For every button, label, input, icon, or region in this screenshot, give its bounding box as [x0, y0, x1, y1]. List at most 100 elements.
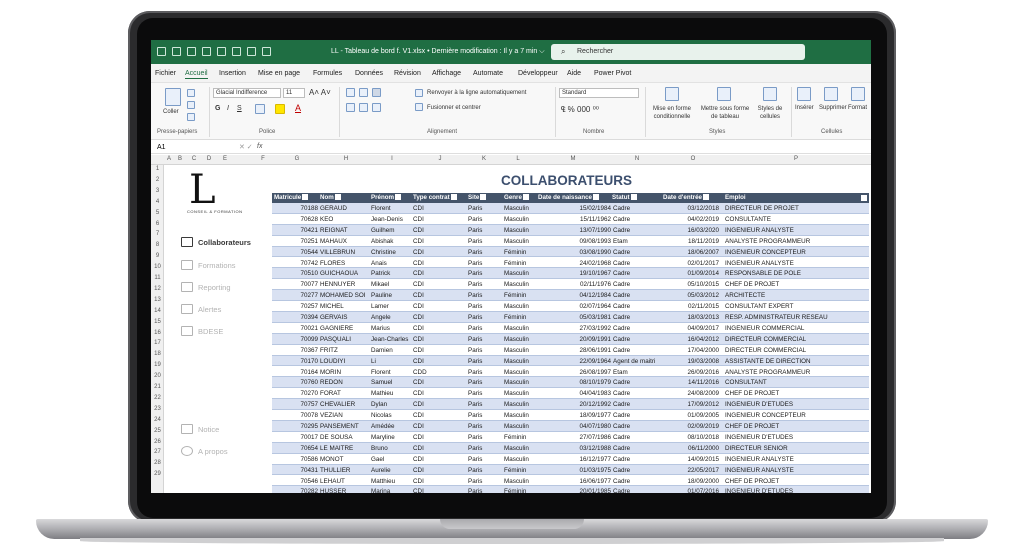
cell-date-naissance[interactable]: 20/01/1985 — [538, 488, 611, 493]
cell-nom[interactable]: FRITZ — [320, 347, 370, 354]
cell-date-naissance[interactable]: 16/12/1977 — [538, 456, 611, 463]
sidebar-item-collaborateurs[interactable]: Collaborateurs — [181, 237, 251, 247]
cell-site[interactable]: Paris — [468, 336, 500, 343]
currency-percent-icons[interactable]: ₠ % 000 ⁰⁰ — [561, 105, 599, 114]
cell-genre[interactable]: Masculin — [504, 379, 536, 386]
cell-styles-label[interactable]: Styles de cellules — [752, 105, 788, 121]
cell-date-entree[interactable]: 02/09/2019 — [665, 423, 719, 430]
cell-type-contrat[interactable]: CDI — [413, 325, 464, 332]
table-row[interactable]: 70295 PANSEMENT Amédée CDI Paris Masculin 04/0… — [272, 421, 869, 432]
cell-site[interactable]: Paris — [468, 216, 500, 223]
align-left-icon[interactable] — [346, 103, 355, 112]
cell-site[interactable]: Paris — [468, 379, 500, 386]
header-type-contrat[interactable]: Type contrat — [413, 194, 457, 201]
header-prenom[interactable]: Prénom — [371, 194, 402, 201]
row-header[interactable]: 5 — [151, 210, 164, 216]
cell-statut[interactable]: Cadre — [613, 270, 666, 277]
column-header[interactable]: H — [321, 156, 371, 162]
undo-icon[interactable] — [202, 47, 211, 56]
cell-statut[interactable]: Etam — [613, 369, 666, 376]
cell-nom[interactable]: MOHAMED SOI — [320, 292, 370, 299]
cell-date-naissance[interactable]: 15/11/1962 — [538, 216, 611, 223]
row-header[interactable]: 1 — [151, 166, 164, 172]
cell-statut[interactable]: Cadre — [613, 336, 666, 343]
table-row[interactable]: 70021 GAGNIERE Marius CDI Paris Masculin 27/03… — [272, 322, 869, 334]
tab-aide[interactable]: Aide — [567, 70, 581, 77]
column-header[interactable]: D — [201, 156, 217, 162]
cell-type-contrat[interactable]: CDI — [413, 488, 464, 493]
wrap-text-icon[interactable] — [415, 89, 423, 97]
header-date-naissance[interactable]: Date de naissance — [538, 194, 599, 201]
cell-site[interactable]: Paris — [468, 292, 500, 299]
cell-date-entree[interactable]: 17/04/2000 — [665, 347, 719, 354]
cell-site[interactable]: Paris — [468, 314, 500, 321]
cond-format-label[interactable]: Mise en forme conditionnelle — [648, 105, 696, 121]
cell-nom[interactable]: FORAT — [320, 390, 370, 397]
sidebar-item-bdese[interactable]: BDESE — [181, 326, 223, 336]
cell-date-naissance[interactable]: 19/10/1967 — [538, 270, 611, 277]
header-date-entree[interactable]: Date d'entrée — [663, 194, 709, 201]
font-size-select[interactable]: 11 — [283, 88, 305, 98]
tab-fichier[interactable]: Fichier — [155, 70, 176, 77]
row-header[interactable]: 21 — [151, 384, 164, 390]
column-header[interactable]: O — [663, 156, 723, 162]
cell-date-naissance[interactable]: 26/08/1997 — [538, 369, 611, 376]
cell-matricule[interactable]: 70546 — [272, 478, 318, 485]
cell-prenom[interactable]: Guilhem — [371, 227, 412, 234]
cell-date-naissance[interactable]: 27/03/1992 — [538, 325, 611, 332]
row-header[interactable]: 17 — [151, 340, 164, 346]
header-site[interactable]: Site — [468, 194, 487, 201]
fill-color-icon[interactable] — [275, 104, 285, 114]
table-row[interactable]: 70654 LE MAITRE Bruno CDI Paris Masculin 03/12… — [272, 442, 869, 454]
cell-emploi[interactable]: RESPONSABLE DE POLE — [725, 270, 869, 277]
row-header[interactable]: 27 — [151, 449, 164, 455]
border-icon[interactable] — [255, 104, 265, 114]
cell-matricule[interactable]: 70282 — [272, 488, 318, 493]
filter-icon[interactable] — [232, 47, 241, 56]
cell-statut[interactable]: Cadre — [613, 303, 666, 310]
copy-icon[interactable] — [187, 101, 195, 109]
tab-formules[interactable]: Formules — [313, 70, 342, 77]
cell-matricule[interactable]: 70295 — [272, 423, 318, 430]
table-row[interactable]: 70394 GERVAIS Angele CDI Paris Féminin 05/03/1… — [272, 312, 869, 323]
cell-matricule[interactable]: 70586 — [272, 456, 318, 463]
cell-statut[interactable]: Cadre — [613, 325, 666, 332]
cell-site[interactable]: Paris — [468, 358, 500, 365]
tab-donnees[interactable]: Données — [355, 70, 383, 77]
cell-emploi[interactable]: INGENIEUR COMMERCIAL — [725, 325, 869, 332]
fx-icon[interactable]: fx — [257, 143, 262, 150]
cell-type-contrat[interactable]: CDI — [413, 358, 464, 365]
cell-date-entree[interactable]: 08/10/2018 — [665, 434, 719, 441]
cell-prenom[interactable]: Angele — [371, 314, 412, 321]
align-right-icon[interactable] — [372, 103, 381, 112]
cell-statut[interactable]: Cadre — [613, 227, 666, 234]
cell-date-entree[interactable]: 02/01/2017 — [665, 260, 719, 267]
cell-date-naissance[interactable]: 03/08/1990 — [538, 249, 611, 256]
row-header[interactable]: 20 — [151, 373, 164, 379]
cell-date-entree[interactable]: 01/09/2014 — [665, 270, 719, 277]
cell-emploi[interactable]: CHEF DE PROJET — [725, 423, 869, 430]
cell-emploi[interactable]: CONSULTANT EXPERT — [725, 303, 869, 310]
cell-emploi[interactable]: INGENIEUR D'ETUDES — [725, 401, 869, 408]
filter-dropdown-icon[interactable] — [450, 194, 457, 201]
cell-genre[interactable]: Masculin — [504, 390, 536, 397]
cell-statut[interactable]: Cadre — [613, 216, 666, 223]
table-row[interactable]: 70277 MOHAMED SOI Pauline CDI Paris Féminin 04… — [272, 290, 869, 302]
bold-icon[interactable]: G — [215, 105, 220, 112]
cell-site[interactable]: Paris — [468, 488, 500, 493]
cell-prenom[interactable]: Li — [371, 358, 412, 365]
cell-statut[interactable]: Cadre — [613, 445, 666, 452]
row-header[interactable]: 3 — [151, 188, 164, 194]
cell-matricule[interactable]: 70394 — [272, 314, 318, 321]
cell-matricule[interactable]: 70188 — [272, 205, 318, 212]
row-header[interactable]: 22 — [151, 395, 164, 401]
cell-emploi[interactable]: INGENIEUR D'ETUDES — [725, 434, 869, 441]
cell-prenom[interactable]: Aurelie — [371, 467, 412, 474]
cell-date-entree[interactable]: 18/06/2007 — [665, 249, 719, 256]
cell-emploi[interactable]: INGENIEUR ANALYSTE — [725, 456, 869, 463]
cell-matricule[interactable]: 70099 — [272, 336, 318, 343]
column-header[interactable]: G — [273, 156, 321, 162]
column-header[interactable]: E — [217, 156, 233, 162]
cell-date-entree[interactable]: 06/11/2000 — [665, 445, 719, 452]
cell-statut[interactable]: Etam — [613, 238, 666, 245]
